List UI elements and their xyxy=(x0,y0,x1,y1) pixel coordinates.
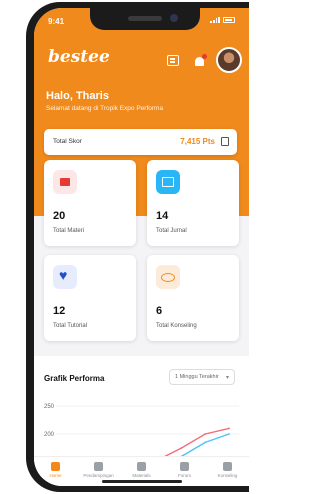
home-indicator xyxy=(102,480,182,483)
stat-card-jurnal[interactable]: 14 Total Jurnal xyxy=(147,160,239,246)
book-icon xyxy=(137,462,146,471)
points-card[interactable]: Total Skor 7,415 Pts xyxy=(44,129,237,155)
document-icon[interactable] xyxy=(167,55,179,66)
stat-card-konseling[interactable]: 6 Total Konseling xyxy=(147,255,239,341)
status-icons xyxy=(210,17,235,23)
points-value: 7,415 Pts xyxy=(180,137,215,146)
tab-label: Materials xyxy=(132,473,151,478)
data-point xyxy=(204,433,207,435)
stat-value: 12 xyxy=(53,305,66,317)
tab-label: Home xyxy=(49,473,62,478)
stat-card-tutorial[interactable]: 12 Total Tutorial xyxy=(44,255,136,341)
battery-icon xyxy=(223,17,235,23)
stat-value: 14 xyxy=(156,210,169,222)
y-tick-label: 250 xyxy=(44,404,55,410)
notification-dot xyxy=(202,54,207,59)
chevron-down-icon: ▾ xyxy=(225,375,229,381)
data-point xyxy=(180,447,183,449)
tab-konseling[interactable]: Konseling xyxy=(206,457,249,486)
stat-label: Total Konseling xyxy=(156,323,197,329)
period-dropdown[interactable]: 1 Minggu Terakhir ▾ xyxy=(169,369,235,385)
device-notch xyxy=(90,8,200,30)
y-tick-label: 200 xyxy=(44,432,55,438)
app-screen: 9:41 bestee Halo, Tharis Selamat datang … xyxy=(34,8,249,486)
signal-icon xyxy=(210,17,220,23)
stat-label: Total Materi xyxy=(53,228,85,234)
tab-label: Forum xyxy=(177,473,191,478)
data-point xyxy=(228,433,230,435)
stat-card-materi[interactable]: 20 Total Materi xyxy=(44,160,136,246)
points-label: Total Skor xyxy=(53,138,82,145)
performance-section: Grafik Performa 1 Minggu Terakhir ▾ 250 … xyxy=(34,356,249,461)
brand-logo: bestee xyxy=(48,47,110,67)
bell-icon[interactable] xyxy=(194,54,207,66)
book-icon xyxy=(53,170,77,194)
people-icon xyxy=(94,462,103,471)
screen-icon xyxy=(156,170,180,194)
greeting: Halo, Tharis xyxy=(46,90,109,102)
home-icon xyxy=(51,462,60,471)
stat-value: 20 xyxy=(53,210,66,222)
data-point xyxy=(204,441,207,444)
tab-label: Pendampingan xyxy=(83,473,114,478)
heart-icon xyxy=(53,265,77,289)
status-time: 9:41 xyxy=(48,17,65,26)
stat-label: Total Tutorial xyxy=(53,323,88,329)
tab-home[interactable]: Home xyxy=(34,457,77,486)
camera xyxy=(170,14,178,22)
data-point xyxy=(228,427,230,430)
speaker xyxy=(128,16,162,21)
forum-icon xyxy=(180,462,189,471)
stat-value: 6 xyxy=(156,305,163,317)
eye-icon xyxy=(156,265,180,289)
period-dropdown-value: 1 Minggu Terakhir xyxy=(175,374,219,380)
avatar[interactable] xyxy=(216,47,242,73)
greeting-subtitle: Selamat datang di Tropik Expo Performa xyxy=(46,105,164,112)
chat-icon xyxy=(223,462,232,471)
stat-label: Total Jurnal xyxy=(156,228,187,234)
performance-title: Grafik Performa xyxy=(44,374,105,383)
tab-label: Konseling xyxy=(217,473,238,478)
copy-icon[interactable] xyxy=(221,137,229,146)
performance-chart: 250 200 xyxy=(44,404,239,461)
